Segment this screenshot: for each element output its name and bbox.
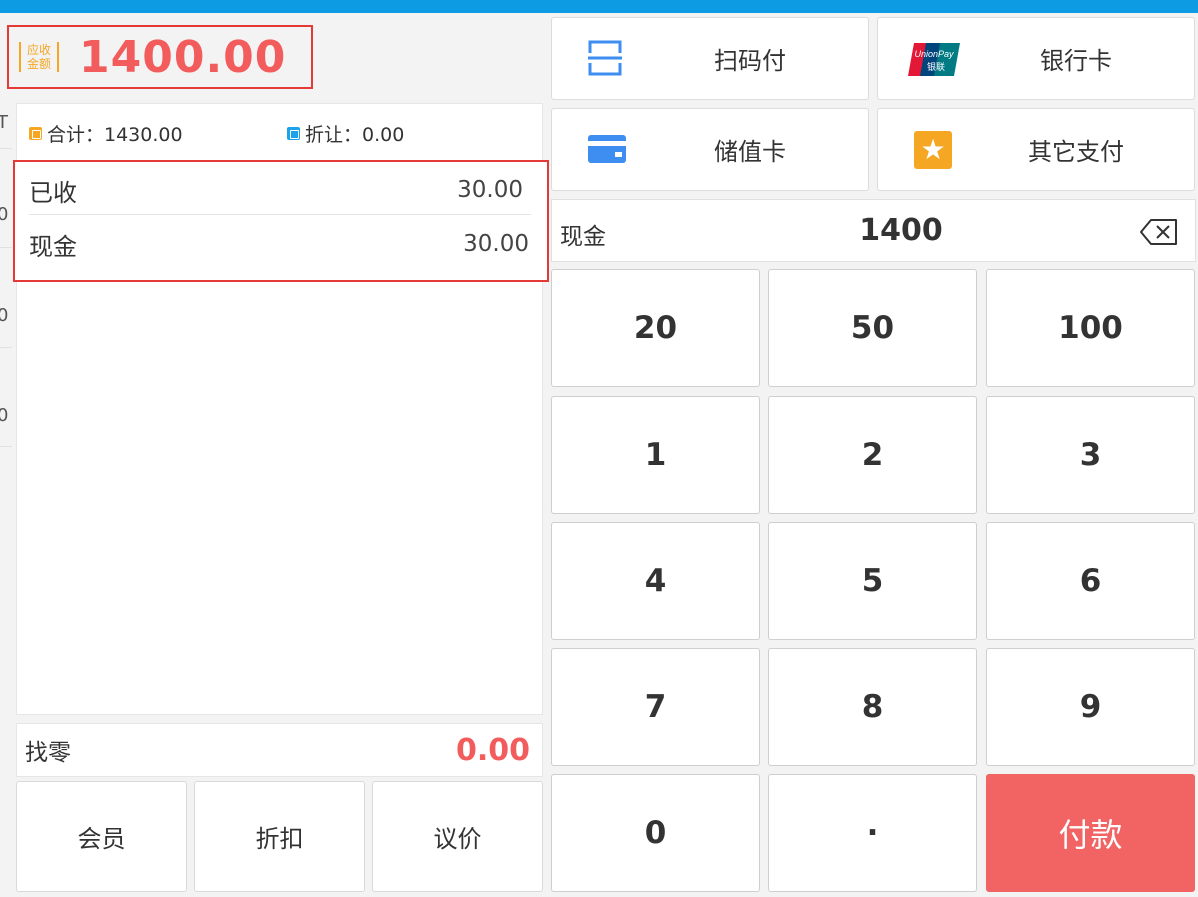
paid-row-label: 现金	[29, 232, 77, 261]
paid-row-value: 30.00	[457, 177, 523, 203]
paid-list: 已收 30.00 现金 30.00	[13, 160, 549, 282]
stored-value-card-button[interactable]: 储值卡	[551, 108, 869, 191]
key-decimal[interactable]: ·	[768, 774, 977, 892]
backspace-icon[interactable]	[1139, 218, 1179, 246]
pay-button[interactable]: 付款	[986, 774, 1195, 892]
paid-row-value: 30.00	[463, 231, 529, 257]
cash-input-row[interactable]: 现金 1400	[551, 199, 1196, 262]
total-text: 合计：1430.00	[47, 124, 183, 146]
other-payment-button[interactable]: ★ 其它支付	[877, 108, 1195, 191]
key-9[interactable]: 9	[986, 648, 1195, 766]
key-4[interactable]: 4	[551, 522, 760, 640]
key-6[interactable]: 6	[986, 522, 1195, 640]
key-1[interactable]: 1	[551, 396, 760, 514]
paid-row-label: 已收	[29, 178, 77, 207]
divider	[29, 214, 531, 215]
cash-input-value[interactable]: 1400	[552, 213, 1195, 248]
key-0[interactable]: 0	[551, 774, 760, 892]
bank-card-label: 银行卡	[1040, 47, 1112, 75]
scan-pay-button[interactable]: 扫码付	[551, 17, 869, 100]
key-8[interactable]: 8	[768, 648, 977, 766]
cut-off-list-edge: T 0 0 0	[0, 100, 12, 450]
discount-icon	[287, 127, 300, 140]
discount-text: 折让：0.00	[305, 124, 405, 146]
total-icon	[29, 127, 42, 140]
key-20[interactable]: 20	[551, 269, 760, 387]
key-5[interactable]: 5	[768, 522, 977, 640]
key-7[interactable]: 7	[551, 648, 760, 766]
edge-fragment: 0	[0, 204, 9, 225]
change-value: 0.00	[455, 732, 530, 768]
key-3[interactable]: 3	[986, 396, 1195, 514]
stored-value-card-label: 储值卡	[714, 138, 786, 166]
amount-due-panel: 应收金额 1400.00	[7, 25, 313, 89]
bank-card-button[interactable]: UnionPay 银联 银行卡	[877, 17, 1195, 100]
paid-row-received: 已收 30.00	[29, 164, 529, 216]
key-50[interactable]: 50	[768, 269, 977, 387]
amount-due-tag: 应收金额	[19, 42, 59, 72]
key-2[interactable]: 2	[768, 396, 977, 514]
member-button[interactable]: 会员	[16, 781, 187, 892]
change-label: 找零	[25, 740, 71, 766]
change-row: 找零 0.00	[16, 723, 543, 777]
total-line: 合计：1430.00	[29, 120, 183, 147]
paid-row-cash[interactable]: 现金 30.00	[29, 218, 529, 270]
top-status-bar	[0, 0, 1198, 13]
negotiate-price-button[interactable]: 议价	[372, 781, 543, 892]
edge-fragment: 0	[0, 305, 9, 326]
scan-pay-label: 扫码付	[714, 47, 786, 75]
edge-fragment: T	[0, 112, 8, 133]
other-payment-label: 其它支付	[1028, 138, 1124, 166]
key-100[interactable]: 100	[986, 269, 1195, 387]
discount-line: 折让：0.00	[287, 120, 404, 147]
discount-button[interactable]: 折扣	[194, 781, 365, 892]
edge-fragment: 0	[0, 405, 9, 426]
amount-due-value: 1400.00	[79, 31, 287, 83]
